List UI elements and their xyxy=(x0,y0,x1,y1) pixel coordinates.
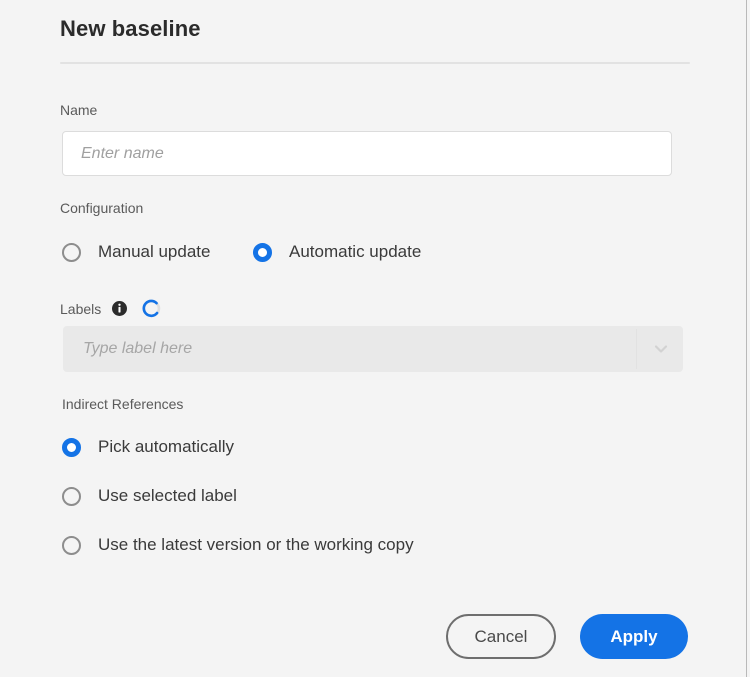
labels-combobox[interactable] xyxy=(63,326,683,372)
labels-field-label: Labels xyxy=(60,300,102,317)
radio-circle-icon xyxy=(62,535,81,555)
name-field-label: Name xyxy=(60,102,98,118)
radio-use-latest-version[interactable]: Use the latest version or the working co… xyxy=(62,535,414,555)
radio-use-selected-label[interactable]: Use selected label xyxy=(62,486,237,506)
labels-header-row: Labels xyxy=(60,298,162,319)
radio-circle-icon xyxy=(62,242,81,262)
radio-circle-icon xyxy=(62,486,81,506)
new-baseline-dialog: New baseline Name Configuration Manual u… xyxy=(0,0,746,677)
radio-automatic-update-label: Automatic update xyxy=(289,242,422,261)
panel-right-border xyxy=(746,0,747,677)
radio-manual-update-label: Manual update xyxy=(98,242,211,261)
apply-button[interactable]: Apply xyxy=(580,614,688,659)
configuration-label: Configuration xyxy=(60,200,144,216)
radio-use-latest-version-label: Use the latest version or the working co… xyxy=(98,535,414,554)
indirect-references-label: Indirect References xyxy=(62,396,184,412)
radio-circle-selected-icon xyxy=(253,242,272,262)
radio-pick-automatically[interactable]: Pick automatically xyxy=(62,437,234,457)
loading-spinner-icon xyxy=(141,298,162,319)
radio-pick-automatically-label: Pick automatically xyxy=(98,437,235,456)
labels-input[interactable] xyxy=(63,326,683,372)
cancel-button[interactable]: Cancel xyxy=(446,614,556,659)
radio-automatic-update[interactable]: Automatic update xyxy=(253,242,421,262)
chevron-down-icon[interactable] xyxy=(651,340,671,358)
dialog-title: New baseline xyxy=(60,16,201,41)
name-input[interactable] xyxy=(62,131,672,176)
radio-manual-update[interactable]: Manual update xyxy=(62,242,210,262)
info-icon[interactable] xyxy=(112,301,128,316)
radio-use-selected-label-label: Use selected label xyxy=(98,486,237,505)
title-divider xyxy=(60,62,690,64)
radio-circle-selected-icon xyxy=(62,437,81,457)
labels-combobox-divider xyxy=(636,329,637,369)
